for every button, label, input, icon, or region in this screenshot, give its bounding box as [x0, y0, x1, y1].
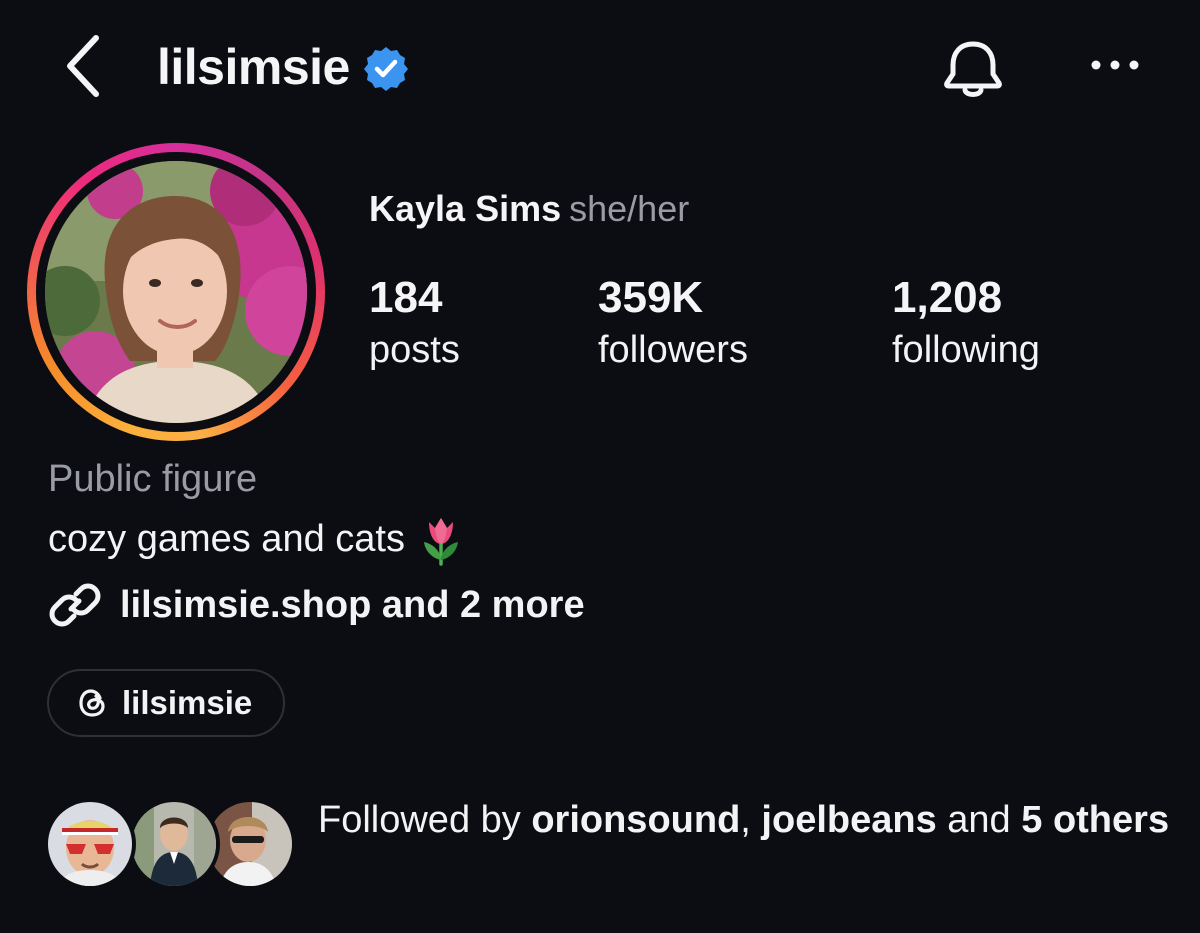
more-options-button[interactable]	[1085, 50, 1145, 80]
tulip-icon	[423, 518, 458, 566]
profile-category: Public figure	[48, 458, 258, 500]
posts-count[interactable]: 184 posts	[369, 272, 460, 376]
follower-avatar-orionsound[interactable]	[44, 798, 136, 890]
notifications-button[interactable]	[938, 38, 1008, 102]
followed-by-user-joelbeans[interactable]: joelbeans	[761, 799, 936, 841]
following-value: 1,208	[892, 273, 1003, 322]
bio: cozy games and cats	[48, 512, 463, 566]
followed-by-others[interactable]: 5 others	[1021, 799, 1169, 841]
followers-label: followers	[598, 329, 748, 371]
verified-badge-icon	[363, 47, 408, 91]
chevron-left-icon	[67, 35, 99, 97]
followed-by-user-orionsound[interactable]: orionsound	[531, 799, 740, 841]
followers-count[interactable]: 359K followers	[598, 272, 748, 376]
profile-page: lilsimsie Kayla Sims she/her 184 posts 3…	[0, 0, 1200, 933]
follower-avatar-joelbeans[interactable]	[128, 798, 220, 890]
threads-handle: lilsimsie	[122, 684, 253, 721]
threads-profile-chip[interactable]: lilsimsie	[47, 669, 285, 737]
bell-icon	[944, 41, 1002, 97]
following-label: following	[892, 329, 1040, 371]
following-count[interactable]: 1,208 following	[892, 272, 1040, 376]
full-name: Kayla Sims	[369, 188, 562, 229]
bio-text: cozy games and cats	[48, 517, 405, 560]
pronouns: she/her	[569, 188, 690, 229]
back-button[interactable]	[60, 32, 108, 100]
threads-icon	[79, 689, 105, 717]
followed-by-text[interactable]: Followed by orionsound, joelbeans and 5 …	[318, 794, 1178, 846]
posts-label: posts	[369, 329, 460, 371]
username-title: lilsimsie	[157, 39, 350, 95]
followers-value: 359K	[598, 273, 704, 322]
more-horizontal-icon	[1091, 60, 1139, 70]
posts-value: 184	[369, 273, 443, 322]
link-text: lilsimsie.shop and 2 more	[120, 583, 585, 626]
avatar	[45, 161, 307, 423]
name-line: Kayla Sims she/her	[369, 188, 689, 230]
profile-header: lilsimsie	[157, 34, 410, 100]
link-icon	[49, 583, 101, 627]
external-link[interactable]: lilsimsie.shop and 2 more	[48, 578, 585, 632]
profile-avatar-story-ring[interactable]	[27, 143, 325, 441]
